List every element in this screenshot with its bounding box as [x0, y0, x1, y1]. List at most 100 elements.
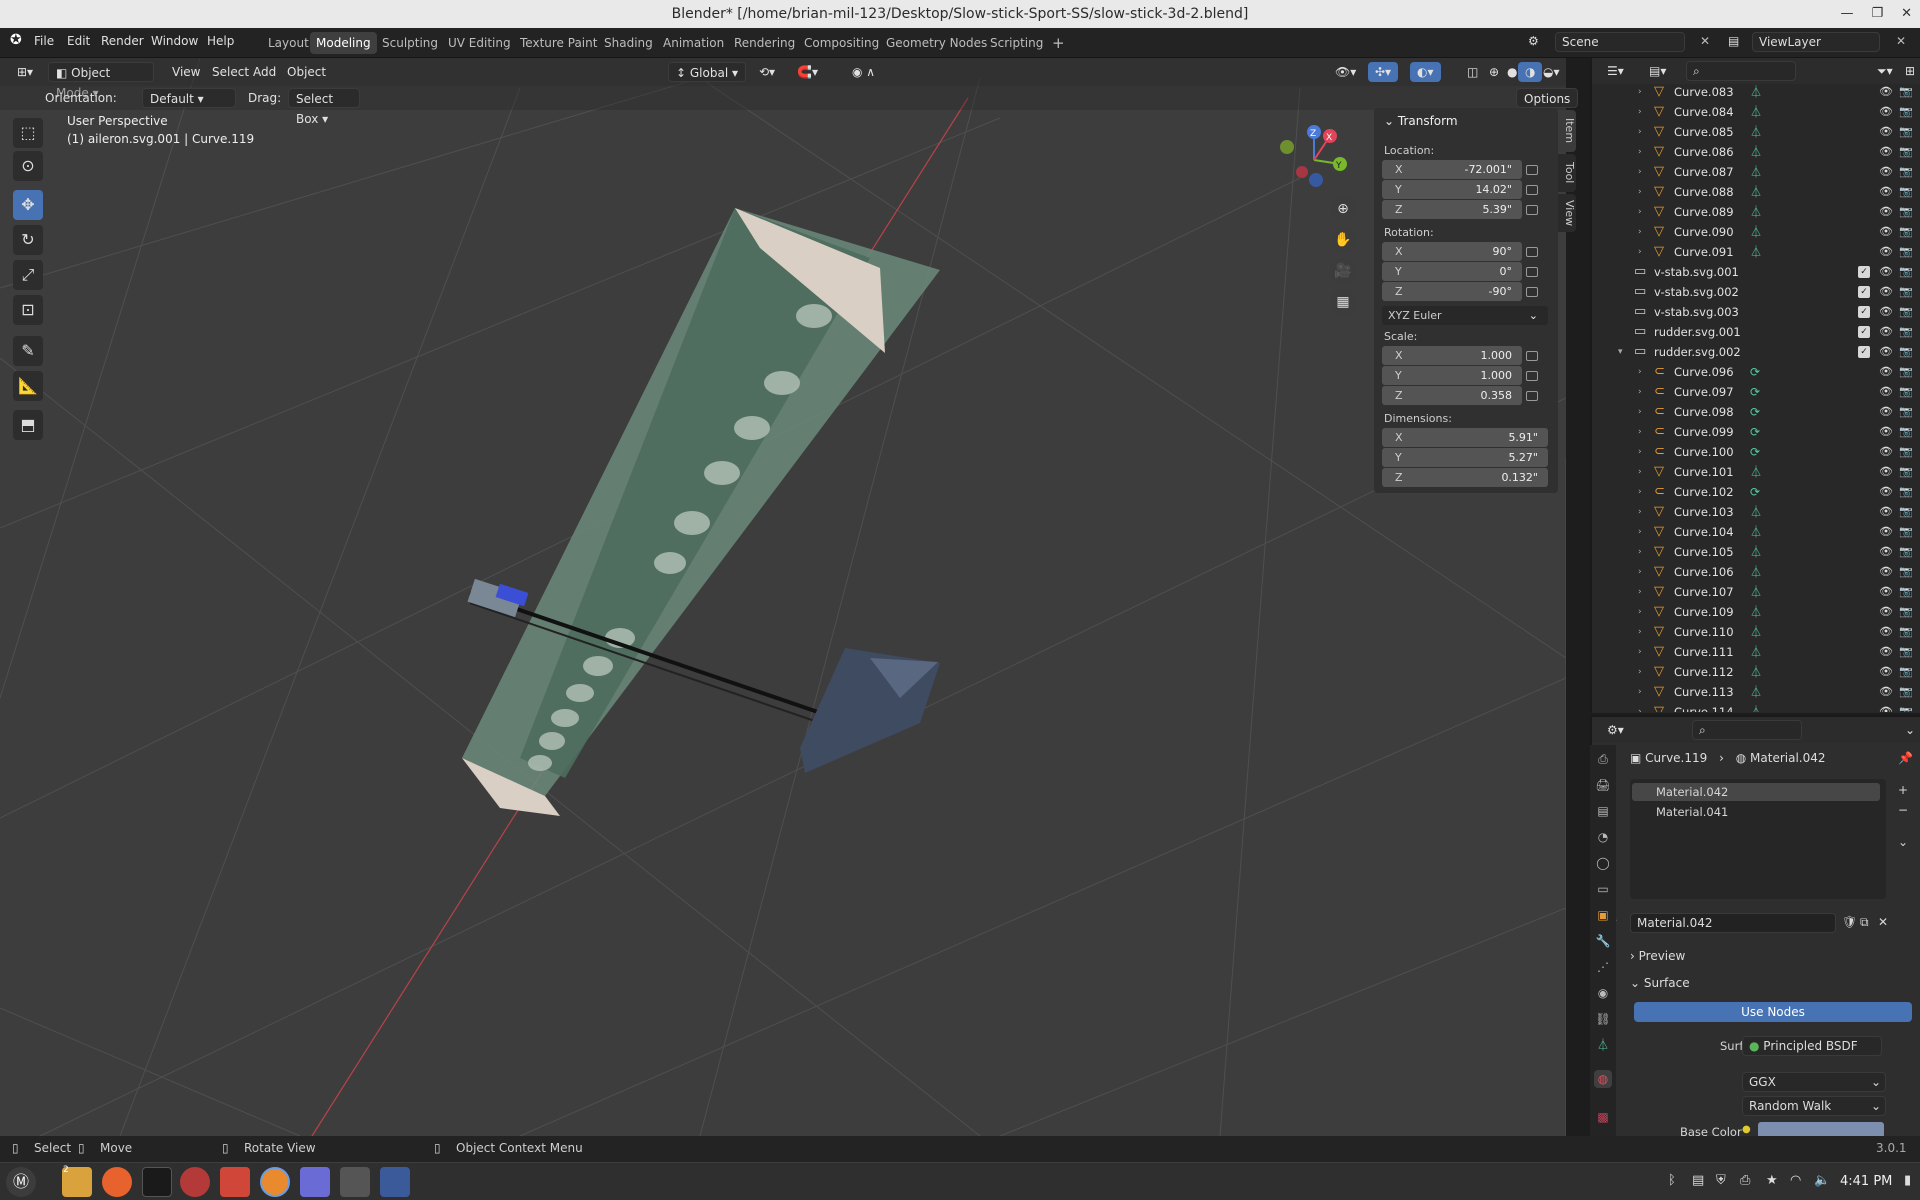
camera-render-icon[interactable]: 📷	[1899, 342, 1913, 362]
mesh-data-icon[interactable]: ⏃	[1750, 462, 1762, 482]
exclude-checkbox[interactable]: ✓	[1858, 286, 1870, 298]
scale-x-field[interactable]: X 1.000	[1382, 346, 1522, 365]
view-layer-icon[interactable]: ▤	[1728, 34, 1739, 48]
eye-icon[interactable]: 👁	[1879, 642, 1893, 662]
camera-render-icon[interactable]: 📷	[1899, 642, 1913, 662]
eye-icon[interactable]: 👁	[1879, 162, 1893, 182]
location-x-field[interactable]: X -72.001"	[1382, 160, 1522, 179]
maximize-icon[interactable]: ❐	[1871, 0, 1883, 28]
firefox-icon[interactable]	[102, 1167, 132, 1197]
camera-render-icon[interactable]: 📷	[1899, 362, 1913, 382]
outliner-row[interactable]: › ▽ Curve.087 ⏃ 👁 📷	[1592, 162, 1920, 182]
material-tab-icon[interactable]: ◍	[1594, 1070, 1612, 1088]
outliner-editor-icon[interactable]: ☰▾	[1600, 61, 1631, 81]
proportional-edit-icon[interactable]: ◉ ∧	[845, 62, 882, 82]
world-tab-icon[interactable]: ◯	[1594, 854, 1612, 872]
surface-panel-header[interactable]: ⌄ Surface	[1630, 972, 1918, 994]
expand-arrow-icon[interactable]: ›	[1638, 482, 1642, 502]
expand-arrow-icon[interactable]: ›	[1638, 602, 1642, 622]
mesh-data-icon[interactable]: ⏃	[1750, 662, 1762, 682]
scene-close-icon[interactable]: ✕	[1700, 34, 1710, 48]
tab-compositing[interactable]: Compositing	[798, 32, 885, 54]
mesh-data-icon[interactable]: ⏃	[1750, 622, 1762, 642]
eye-icon[interactable]: 👁	[1879, 302, 1893, 322]
new-collection-icon[interactable]: ⊞	[1898, 61, 1920, 81]
properties-editor-icon[interactable]: ⚙▾	[1600, 720, 1631, 740]
mesh-data-icon[interactable]: ⏃	[1750, 182, 1762, 202]
menu-edit[interactable]: Edit	[67, 34, 90, 48]
expand-arrow-icon[interactable]: ›	[1638, 202, 1642, 222]
add-cube-tool[interactable]: ⬒	[13, 410, 43, 440]
outliner-row[interactable]: › ▽ Curve.085 ⏃ 👁 📷	[1592, 122, 1920, 142]
cursor-tool[interactable]: ⊙	[13, 151, 43, 181]
outliner-row[interactable]: › ⊂ Curve.096 ⟳ 👁 📷	[1592, 362, 1920, 382]
expand-arrow-icon[interactable]: ›	[1638, 422, 1642, 442]
camera-render-icon[interactable]: 📷	[1899, 182, 1913, 202]
expand-arrow-icon[interactable]: ›	[1638, 402, 1642, 422]
unlink-material-icon[interactable]: ✕	[1878, 915, 1888, 929]
lock-icon[interactable]	[1526, 287, 1538, 297]
outliner-search-input[interactable]: ⌕	[1686, 61, 1796, 81]
dimensions-z-field[interactable]: Z 0.132"	[1382, 468, 1548, 487]
clipboard-icon[interactable]: ▤	[1692, 1173, 1704, 1188]
blender-logo-icon[interactable]: ✪	[10, 32, 22, 48]
view-layer-close-icon[interactable]: ✕	[1896, 34, 1906, 48]
expand-arrow-icon[interactable]: ›	[1638, 182, 1642, 202]
eye-icon[interactable]: 👁	[1879, 282, 1893, 302]
mesh-data-icon[interactable]: ⏃	[1750, 642, 1762, 662]
scene-tab-icon[interactable]: ◔	[1594, 828, 1612, 846]
orientation-select[interactable]: ↕ Global ▾	[668, 62, 746, 82]
eye-icon[interactable]: 👁	[1879, 362, 1893, 382]
expand-arrow-icon[interactable]: ›	[1638, 162, 1642, 182]
overlay-toggle-icon[interactable]: ◐▾	[1410, 62, 1441, 82]
eye-icon[interactable]: 👁	[1879, 702, 1893, 712]
preview-panel-header[interactable]: › Preview	[1630, 945, 1918, 967]
bluetooth-icon[interactable]: ᛒ	[1668, 1173, 1676, 1188]
mesh-data-icon[interactable]: ⏃	[1750, 522, 1762, 542]
camera-render-icon[interactable]: 📷	[1899, 602, 1913, 622]
outliner-row[interactable]: › ▽ Curve.112 ⏃ 👁 📷	[1592, 662, 1920, 682]
desklet-icon[interactable]: ▮	[1904, 1173, 1911, 1188]
texture-tab-icon[interactable]: ▩	[1594, 1108, 1612, 1126]
expand-arrow-icon[interactable]: ›	[1638, 102, 1642, 122]
camera-render-icon[interactable]: 📷	[1899, 542, 1913, 562]
outliner-row[interactable]: › ▽ Curve.104 ⏃ 👁 📷	[1592, 522, 1920, 542]
mesh-data-icon[interactable]: ⏃	[1750, 602, 1762, 622]
outliner-row[interactable]: ▭ v-stab.svg.003 ✓ 👁 📷	[1592, 302, 1920, 322]
menu-view[interactable]: View	[165, 62, 207, 82]
tab-geometry-nodes[interactable]: Geometry Nodes	[880, 32, 993, 54]
eye-icon[interactable]: 👁	[1879, 602, 1893, 622]
camera-render-icon[interactable]: 📷	[1899, 522, 1913, 542]
eye-icon[interactable]: 👁	[1879, 502, 1893, 522]
expand-arrow-icon[interactable]: ›	[1638, 362, 1642, 382]
pan-icon[interactable]: ✋	[1330, 227, 1356, 253]
camera-render-icon[interactable]: 📷	[1899, 122, 1913, 142]
menu-object[interactable]: Object	[280, 62, 333, 82]
tab-item[interactable]: Item	[1558, 110, 1576, 152]
close-icon[interactable]: ✕	[1901, 0, 1912, 28]
outliner-row[interactable]: › ▽ Curve.107 ⏃ 👁 📷	[1592, 582, 1920, 602]
expand-arrow-icon[interactable]: ›	[1638, 562, 1642, 582]
tab-shading[interactable]: Shading	[598, 32, 659, 54]
eye-icon[interactable]: 👁	[1879, 662, 1893, 682]
mesh-data-icon[interactable]: ⏃	[1750, 542, 1762, 562]
text-editor-icon[interactable]	[300, 1167, 330, 1197]
eye-icon[interactable]: 👁	[1879, 182, 1893, 202]
tab-scripting[interactable]: Scripting	[984, 32, 1049, 54]
tab-view[interactable]: View	[1558, 194, 1576, 232]
subsurface-method-select[interactable]: Random Walk ⌄	[1742, 1096, 1886, 1116]
outliner-row[interactable]: › ▽ Curve.106 ⏃ 👁 📷	[1592, 562, 1920, 582]
eye-icon[interactable]: 👁	[1879, 442, 1893, 462]
move-tool[interactable]: ✥	[13, 190, 43, 220]
outliner-row[interactable]: › ▽ Curve.090 ⏃ 👁 📷	[1592, 222, 1920, 242]
camera-render-icon[interactable]: 📷	[1899, 622, 1913, 642]
navigation-gizmo[interactable]: Z Y X	[1274, 120, 1354, 200]
eye-icon[interactable]: 👁	[1879, 522, 1893, 542]
rotation-z-field[interactable]: Z -90°	[1382, 282, 1522, 301]
display-mode-icon[interactable]: ▤▾	[1642, 61, 1673, 81]
exclude-checkbox[interactable]: ✓	[1858, 266, 1870, 278]
output-tab-icon[interactable]: 🖨	[1594, 776, 1612, 794]
camera-render-icon[interactable]: 📷	[1899, 282, 1913, 302]
eye-icon[interactable]: 👁	[1879, 122, 1893, 142]
properties-search-input[interactable]: ⌕	[1692, 720, 1802, 740]
